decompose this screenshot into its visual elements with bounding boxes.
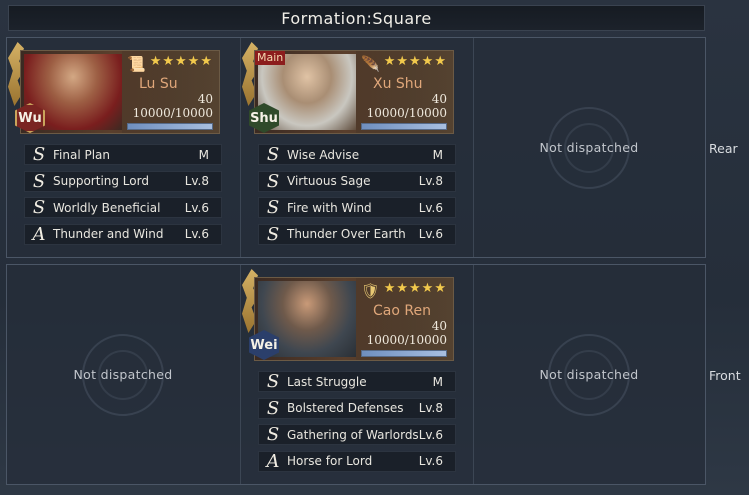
general-level: 40 [197, 92, 213, 106]
skill-level: Lv.6 [418, 454, 443, 468]
troop-bar [361, 123, 447, 130]
skill-name: Worldly Beneficial [53, 200, 161, 215]
skill-grade: S [266, 170, 280, 192]
general-level: 40 [431, 92, 447, 106]
skill-list: S Last Struggle M S Bolstered Defenses Lv.8 … [258, 371, 456, 477]
general-level: 40 [431, 319, 447, 333]
skill-slot[interactable]: S Thunder Over Earth Lv.6 [258, 223, 456, 245]
slot-empty-rear-right[interactable]: Not dispatched [473, 38, 705, 257]
slot-lu-su[interactable]: 📜 ★★★★★ Lu Su 40 10000/10000 Wu S Final P… [7, 38, 239, 257]
skill-name: Gathering of Warlords [287, 427, 419, 442]
skill-grade: S [266, 371, 280, 392]
skill-name: Thunder and Wind [53, 227, 164, 241]
skill-level: Lv.6 [184, 200, 209, 215]
skill-grade: S [32, 170, 46, 192]
slot-empty-front-right[interactable]: Not dispatched [473, 265, 705, 484]
main-tag: Main [255, 51, 286, 65]
troop-bar-fill [362, 124, 446, 129]
skill-grade: S [266, 197, 280, 218]
rear-row: 📜 ★★★★★ Lu Su 40 10000/10000 Wu S Final P… [6, 37, 706, 258]
skill-name: Wise Advise [287, 147, 360, 162]
skill-grade: S [32, 197, 46, 218]
skill-list: S Wise Advise M S Virtuous Sage Lv.8 S Fire w… [258, 144, 456, 250]
skill-slot[interactable]: S Last Struggle M [258, 371, 456, 392]
not-dispatched-label: Not dispatched [539, 367, 639, 382]
slot-cao-ren[interactable]: 🛡 ★★★★★ Cao Ren 40 10000/10000 Wei S Last… [240, 265, 474, 484]
star-rating: ★★★★★ [383, 281, 447, 296]
skill-slot[interactable]: A Horse for Lord Lv.6 [258, 450, 456, 472]
troop-bar [127, 123, 213, 130]
slot-empty-front-left[interactable]: Not dispatched [7, 265, 239, 484]
skill-slot[interactable]: S Fire with Wind Lv.6 [258, 197, 456, 218]
star-rating: ★★★★★ [383, 54, 447, 69]
formation-title: Formation:Square [8, 5, 705, 31]
skill-grade: S [266, 424, 280, 445]
skill-slot[interactable]: S Wise Advise M [258, 144, 456, 165]
skill-slot[interactable]: S Worldly Beneficial Lv.6 [24, 197, 222, 218]
skill-grade: A [266, 450, 280, 472]
skill-grade: S [266, 144, 280, 165]
skill-slot[interactable]: S Virtuous Sage Lv.8 [258, 170, 456, 192]
skill-level: Lv.8 [184, 174, 209, 188]
skill-level: M [198, 147, 209, 162]
skill-slot[interactable]: S Final Plan M [24, 144, 222, 165]
general-card-cao-ren[interactable]: 🛡 ★★★★★ Cao Ren 40 10000/10000 [254, 277, 454, 361]
general-name: Cao Ren [373, 303, 431, 319]
general-name: Lu Su [139, 76, 178, 92]
skill-slot[interactable]: S Supporting Lord Lv.8 [24, 170, 222, 192]
skill-level: M [432, 147, 443, 162]
skill-list: S Final Plan M S Supporting Lord Lv.8 S World… [24, 144, 222, 250]
skill-level: Lv.6 [418, 200, 443, 215]
troop-count: 10000/10000 [366, 333, 447, 347]
skill-slot[interactable]: S Bolstered Defenses Lv.8 [258, 397, 456, 419]
skill-level: Lv.8 [418, 401, 443, 415]
troop-count: 10000/10000 [366, 106, 447, 120]
rear-row-label: Rear [709, 141, 738, 156]
not-dispatched-label: Not dispatched [73, 367, 173, 382]
scroll-icon: 📜 [127, 55, 146, 73]
skill-slot[interactable]: S Gathering of Warlords Lv.6 [258, 424, 456, 445]
skill-name: Thunder Over Earth [287, 227, 406, 241]
skill-slot[interactable]: A Thunder and Wind Lv.6 [24, 223, 222, 245]
troop-count: 10000/10000 [132, 106, 213, 120]
armor-icon: 🛡 [361, 282, 381, 300]
skill-grade: S [32, 144, 46, 165]
skill-level: M [432, 374, 443, 389]
skill-level: Lv.8 [418, 174, 443, 188]
troop-bar-fill [362, 351, 446, 356]
slot-xu-shu[interactable]: Main 🪶 ★★★★★ Xu Shu 40 10000/10000 Shu S… [240, 38, 474, 257]
skill-name: Bolstered Defenses [287, 401, 404, 415]
troop-bar-fill [128, 124, 212, 129]
skill-name: Fire with Wind [287, 200, 372, 215]
star-rating: ★★★★★ [149, 54, 213, 69]
skill-name: Last Struggle [287, 374, 367, 389]
skill-name: Final Plan [53, 147, 110, 162]
general-name: Xu Shu [373, 76, 423, 92]
feather-fan-icon: 🪶 [361, 55, 380, 73]
skill-level: Lv.6 [184, 227, 209, 241]
skill-name: Virtuous Sage [287, 174, 371, 188]
skill-level: Lv.6 [418, 427, 443, 442]
skill-grade: S [266, 397, 280, 419]
skill-name: Horse for Lord [287, 454, 373, 468]
troop-bar [361, 350, 447, 357]
general-card-lu-su[interactable]: 📜 ★★★★★ Lu Su 40 10000/10000 [20, 50, 220, 134]
skill-name: Supporting Lord [53, 174, 149, 188]
skill-level: Lv.6 [418, 227, 443, 241]
skill-grade: S [266, 223, 280, 245]
skill-grade: A [32, 223, 46, 245]
not-dispatched-label: Not dispatched [539, 140, 639, 155]
front-row: Not dispatched 🛡 ★★★★★ Cao Ren 40 10000/… [6, 264, 706, 485]
front-row-label: Front [709, 368, 741, 383]
